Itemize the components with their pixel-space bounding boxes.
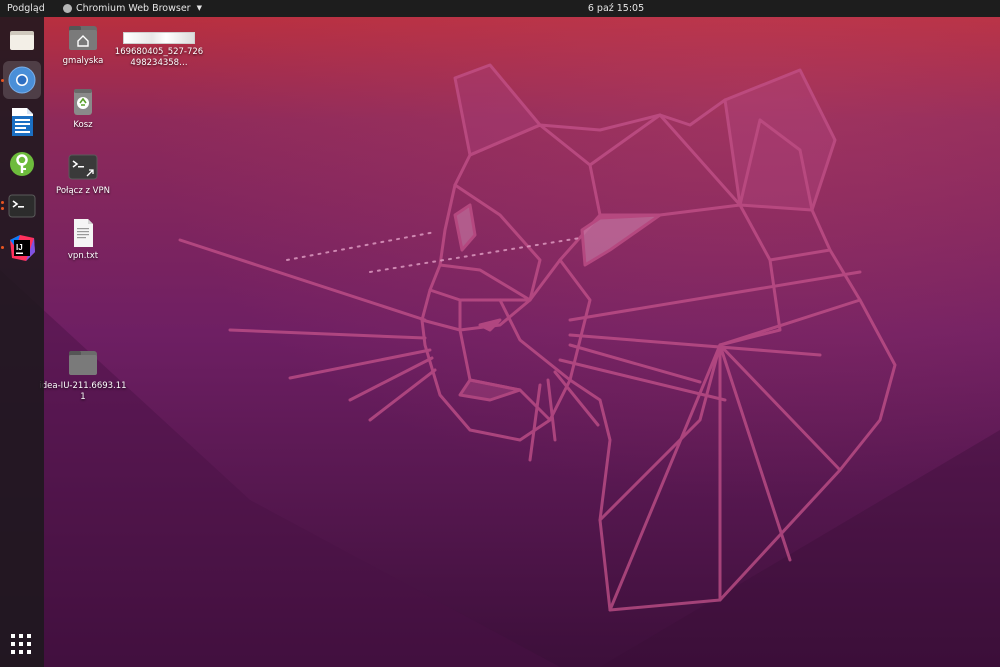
image-file-icon [123, 32, 195, 44]
dock-item-writer[interactable] [3, 103, 41, 141]
key-icon [10, 152, 34, 176]
dock: IJ [0, 17, 44, 667]
app-menu-label: Chromium Web Browser [76, 3, 191, 14]
desktop-screen: Podgląd Chromium Web Browser ▼ 6 paź 15:… [0, 0, 1000, 667]
desktop-icon-vpn-txt[interactable]: vpn.txt [38, 217, 128, 262]
desktop-icon-label: Połącz z VPN [56, 186, 110, 196]
activities-button[interactable]: Podgląd [7, 0, 45, 17]
terminal-shortcut-icon [68, 154, 98, 180]
desktop-icon-trash[interactable]: Kosz [38, 86, 128, 131]
dock-item-chromium[interactable] [3, 61, 41, 99]
chromium-small-icon [63, 4, 72, 13]
app-menu[interactable]: Chromium Web Browser ▼ [63, 0, 202, 17]
trash-icon [74, 89, 92, 115]
caret-down-icon: ▼ [196, 4, 202, 12]
intellij-icon: IJ [10, 235, 35, 261]
desktop-icon-idea-folder[interactable]: idea-IU-211.6693.111 [38, 347, 128, 403]
desktop-icon-image-file[interactable]: 169680405_527-726498234358… [114, 22, 204, 69]
home-folder-icon [69, 26, 97, 50]
dock-item-terminal[interactable] [3, 187, 41, 225]
writer-icon [12, 108, 33, 136]
running-indicator [1, 207, 4, 210]
desktop-icon-vpn-connect[interactable]: Połącz z VPN [38, 152, 128, 197]
running-indicator [1, 201, 4, 204]
folder-icon [10, 31, 34, 50]
text-file-icon [74, 219, 93, 247]
svg-text:IJ: IJ [16, 243, 23, 252]
running-indicator [1, 246, 4, 249]
dock-item-files[interactable] [3, 21, 41, 59]
top-bar: Podgląd Chromium Web Browser ▼ 6 paź 15:… [0, 0, 1000, 17]
dock-item-keepass[interactable] [3, 145, 41, 183]
chromium-icon [8, 66, 36, 94]
folder-icon [69, 351, 97, 375]
dock-item-intellij[interactable]: IJ [3, 229, 41, 267]
wallpaper [0, 0, 1000, 667]
desktop-icon-label: vpn.txt [67, 251, 99, 261]
desktop-icon-label: 169680405_527-726498234358… [114, 47, 204, 68]
terminal-icon [8, 194, 36, 218]
desktop-icon-label: idea-IU-211.6693.111 [39, 381, 127, 402]
clock-button[interactable]: 6 paź 15:05 [588, 3, 644, 14]
running-indicator [1, 79, 4, 82]
desktop-icon-label: Kosz [73, 120, 93, 130]
grid-icon [11, 634, 31, 654]
show-applications-button[interactable] [10, 633, 32, 655]
